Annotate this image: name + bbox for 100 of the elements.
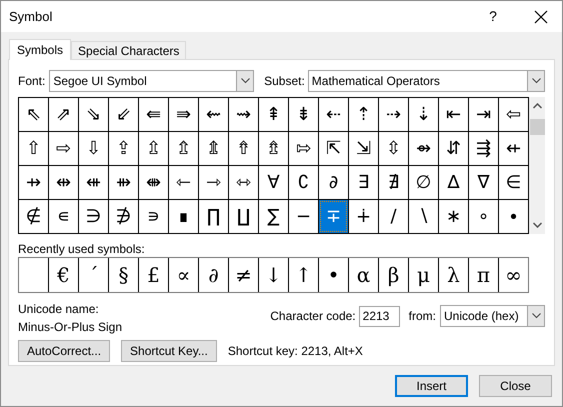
symbol-cell[interactable]: ∅ bbox=[409, 166, 438, 199]
symbol-cell[interactable]: ⇡ bbox=[349, 98, 378, 131]
symbol-cell[interactable]: ∄ bbox=[379, 166, 408, 199]
symbol-cell[interactable]: ⇧ bbox=[19, 132, 48, 165]
symbol-cell[interactable]: ∌ bbox=[109, 200, 138, 233]
recent-symbol[interactable]: • bbox=[319, 258, 348, 292]
recent-symbol[interactable]: λ bbox=[439, 258, 468, 292]
symbol-cell[interactable]: ∖ bbox=[409, 200, 438, 233]
symbol-cell[interactable]: ⇬ bbox=[169, 132, 198, 165]
symbol-cell[interactable]: ⇝ bbox=[229, 98, 258, 131]
symbol-cell[interactable]: ∈ bbox=[499, 166, 528, 199]
symbol-cell[interactable]: ⇻ bbox=[109, 166, 138, 199]
symbol-cell[interactable]: ∘ bbox=[469, 200, 498, 233]
unicode-name-value: Minus-Or-Plus Sign bbox=[18, 319, 122, 336]
symbol-cell[interactable]: ⇰ bbox=[289, 132, 318, 165]
symbol-cell[interactable]: ⇺ bbox=[79, 166, 108, 199]
recent-symbol[interactable]: ↓ bbox=[259, 258, 288, 292]
recent-symbol[interactable]: β bbox=[379, 258, 408, 292]
recent-symbol[interactable]: € bbox=[49, 258, 78, 292]
symbol-cell[interactable]: ∃ bbox=[349, 166, 378, 199]
dialog-button[interactable]: Shortcut Key... bbox=[121, 340, 217, 362]
symbol-cell[interactable]: ⇣ bbox=[409, 98, 438, 131]
recent-symbol[interactable]: π bbox=[469, 258, 498, 292]
symbol-cell[interactable]: ∓ bbox=[319, 200, 348, 233]
symbol-cell[interactable]: ⇯ bbox=[259, 132, 288, 165]
symbol-cell[interactable]: ⇳ bbox=[379, 132, 408, 165]
symbol-cell[interactable]: ⇢ bbox=[379, 98, 408, 131]
symbol-cell[interactable]: ⇴ bbox=[409, 132, 438, 165]
symbol-cell[interactable]: ⇿ bbox=[229, 166, 258, 199]
character-code-field[interactable]: 2213 bbox=[358, 306, 400, 326]
symbol-cell[interactable]: ∐ bbox=[229, 200, 258, 233]
symbol-cell[interactable]: ∁ bbox=[289, 166, 318, 199]
symbol-cell[interactable]: ⇘ bbox=[79, 98, 108, 131]
symbol-cell[interactable]: ⇮ bbox=[229, 132, 258, 165]
symbol-cell[interactable]: − bbox=[289, 200, 318, 233]
symbol-cell[interactable]: ∂ bbox=[319, 166, 348, 199]
symbol-cell[interactable]: ∆ bbox=[439, 166, 468, 199]
tab[interactable]: Symbols bbox=[9, 39, 72, 60]
symbol-cell[interactable]: ∎ bbox=[169, 200, 198, 233]
symbol-cell[interactable]: ⇙ bbox=[109, 98, 138, 131]
symbol-cell[interactable]: ⇼ bbox=[139, 166, 168, 199]
recent-symbol[interactable]: ∂ bbox=[199, 258, 228, 292]
symbol-cell[interactable]: ∉ bbox=[19, 200, 48, 233]
symbol-cell[interactable]: ⇗ bbox=[49, 98, 78, 131]
unicode-name-label: Unicode name: bbox=[18, 301, 100, 318]
symbol-cell[interactable]: ⇪ bbox=[109, 132, 138, 165]
symbol-cell[interactable]: ⇩ bbox=[79, 132, 108, 165]
symbol-cell[interactable]: ⇚ bbox=[139, 98, 168, 131]
help-button[interactable]: ? bbox=[478, 4, 508, 28]
recent-symbol[interactable]: § bbox=[109, 258, 138, 292]
recent-symbol[interactable]: ´ bbox=[79, 258, 108, 292]
footer-button[interactable]: Insert bbox=[395, 375, 468, 397]
symbol-cell[interactable]: ⇨ bbox=[49, 132, 78, 165]
recent-symbol[interactable]: μ bbox=[409, 258, 438, 292]
symbol-cell[interactable]: ⇥ bbox=[469, 98, 498, 131]
symbol-cell[interactable]: ⇹ bbox=[49, 166, 78, 199]
symbol-cell[interactable]: ∇ bbox=[469, 166, 498, 199]
symbol-cell[interactable]: ∗ bbox=[439, 200, 468, 233]
symbol-cell[interactable]: ⇲ bbox=[349, 132, 378, 165]
recent-symbol[interactable]: ≠ bbox=[229, 258, 258, 292]
symbol-cell[interactable]: ∍ bbox=[139, 200, 168, 233]
symbol-cell[interactable]: ⇫ bbox=[139, 132, 168, 165]
font-dropdown[interactable]: Segoe UI Symbol bbox=[49, 70, 254, 92]
symbol-cell[interactable]: ⇾ bbox=[199, 166, 228, 199]
from-dropdown[interactable]: Unicode (hex) bbox=[440, 305, 545, 327]
symbol-cell[interactable]: ⇸ bbox=[19, 166, 48, 199]
symbol-cell[interactable]: ⇶ bbox=[469, 132, 498, 165]
tab[interactable]: Special Characters bbox=[71, 41, 186, 59]
font-label: Font: bbox=[18, 73, 46, 90]
symbol-cell[interactable]: ⇦ bbox=[499, 98, 528, 131]
symbol-cell[interactable]: ⇵ bbox=[439, 132, 468, 165]
symbol-cell[interactable]: ∔ bbox=[349, 200, 378, 233]
symbol-cell[interactable]: ⇖ bbox=[19, 98, 48, 131]
symbol-cell[interactable]: ∏ bbox=[199, 200, 228, 233]
recent-symbol[interactable]: ∝ bbox=[169, 258, 198, 292]
recent-symbol[interactable]: £ bbox=[139, 258, 168, 292]
recent-symbol[interactable]: ∞ bbox=[499, 258, 528, 292]
symbol-cell[interactable]: ⇱ bbox=[319, 132, 348, 165]
symbol-cell[interactable]: ⇜ bbox=[199, 98, 228, 131]
symbol-cell[interactable]: ∕ bbox=[379, 200, 408, 233]
recent-symbol[interactable]: ↑ bbox=[289, 258, 318, 292]
symbol-cell[interactable]: ⇛ bbox=[169, 98, 198, 131]
symbol-cell[interactable]: ∋ bbox=[79, 200, 108, 233]
symbol-cell[interactable]: ∙ bbox=[499, 200, 528, 233]
symbol-cell[interactable]: ⇽ bbox=[169, 166, 198, 199]
symbol-cell[interactable]: ⇷ bbox=[499, 132, 528, 165]
symbol-cell[interactable]: ⇠ bbox=[319, 98, 348, 131]
symbol-cell[interactable]: ⇤ bbox=[439, 98, 468, 131]
symbol-cell[interactable]: ⇞ bbox=[259, 98, 288, 131]
footer-button[interactable]: Close bbox=[479, 375, 552, 397]
symbol-cell[interactable]: ⇭ bbox=[199, 132, 228, 165]
scroll-thumb[interactable] bbox=[530, 119, 544, 135]
dialog-button[interactable]: AutoCorrect... bbox=[18, 340, 110, 362]
subset-dropdown[interactable]: Mathematical Operators bbox=[308, 70, 545, 92]
symbol-cell[interactable]: ∀ bbox=[259, 166, 288, 199]
recent-symbol[interactable]: α bbox=[349, 258, 378, 292]
symbol-cell[interactable]: ⇟ bbox=[289, 98, 318, 131]
symbol-cell[interactable]: ∑ bbox=[259, 200, 288, 233]
symbol-cell[interactable]: ∊ bbox=[49, 200, 78, 233]
scrollbar[interactable] bbox=[529, 97, 545, 234]
